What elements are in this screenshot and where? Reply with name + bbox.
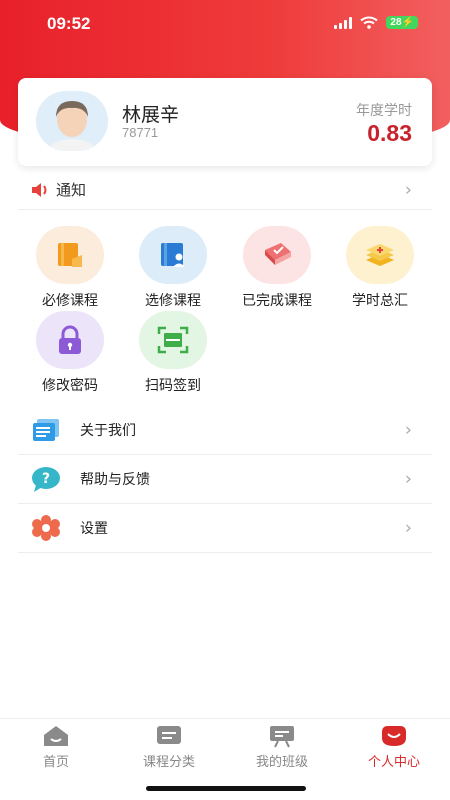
profile-card[interactable]: 林展辛 78771 年度学时 0.83 [18, 78, 432, 166]
menu-item-about[interactable]: 关于我们 › [18, 406, 432, 455]
home-indicator [146, 786, 306, 791]
chevron-right-icon: › [404, 517, 412, 539]
tab-label: 课程分类 [142, 755, 195, 770]
about-icon [30, 416, 62, 444]
grid-label: 已完成课程 [242, 293, 312, 309]
tab-label: 首页 [42, 755, 69, 770]
grid-item-elective-courses[interactable]: 选修课程 [121, 226, 225, 310]
status-indicators: 28⚡ [334, 16, 418, 29]
tab-label: 个人中心 [367, 755, 420, 770]
menu-item-help-feedback[interactable]: ? 帮助与反馈 › [18, 455, 432, 504]
help-icon: ? [30, 465, 62, 493]
grid-label: 必修课程 [42, 293, 98, 309]
chevron-right-icon: › [404, 419, 412, 441]
status-bar: 09:52 28⚡ [0, 0, 450, 50]
menu-label: 设置 [80, 521, 108, 537]
speaker-icon [32, 182, 47, 197]
grid-item-scan-checkin[interactable]: 扫码签到 [121, 311, 225, 395]
grid-label: 修改密码 [42, 378, 98, 394]
my-class-icon [226, 723, 338, 749]
chevron-right-icon: › [404, 468, 412, 490]
menu-item-settings[interactable]: 设置 › [18, 504, 432, 553]
annual-hours-value: 0.83 [367, 120, 412, 146]
notice-row[interactable]: 通知 › [18, 170, 432, 210]
tab-course-category[interactable]: 课程分类 [113, 723, 225, 770]
home-icon [0, 723, 112, 749]
grid-item-required-courses[interactable]: 必修课程 [18, 226, 122, 310]
battery-icon: 28⚡ [386, 16, 418, 29]
avatar[interactable] [36, 91, 108, 151]
tab-label: 我的班级 [255, 755, 308, 770]
annual-hours-label: 年度学时 [356, 103, 412, 119]
course-category-icon [113, 723, 225, 749]
notice-label: 通知 [56, 181, 87, 199]
user-id: 78771 [122, 125, 159, 140]
chevron-right-icon: › [404, 179, 412, 200]
menu-label: 帮助与反馈 [80, 472, 150, 488]
battery-level: 28 [390, 17, 402, 28]
grid-item-change-password[interactable]: 修改密码 [18, 311, 122, 395]
wifi-icon [360, 16, 379, 29]
tab-my-class[interactable]: 我的班级 [226, 723, 338, 770]
elective-course-icon [139, 226, 207, 284]
grid-item-completed-courses[interactable]: 已完成课程 [225, 226, 329, 310]
required-course-icon [36, 226, 104, 284]
hours-summary-icon [346, 226, 414, 284]
user-name: 林展辛 [122, 104, 180, 126]
lock-icon [36, 311, 104, 369]
grid-item-hours-summary[interactable]: 学时总汇 [328, 226, 432, 310]
tab-home[interactable]: 首页 [0, 723, 112, 770]
scan-icon [139, 311, 207, 369]
status-time: 09:52 [47, 14, 91, 33]
completed-course-icon [243, 226, 311, 284]
grid-label: 学时总汇 [352, 293, 408, 309]
profile-icon [338, 723, 450, 749]
menu-label: 关于我们 [80, 423, 136, 439]
grid-label: 选修课程 [145, 293, 201, 309]
svg-text:?: ? [42, 471, 50, 487]
settings-icon [30, 514, 62, 542]
tab-profile-center[interactable]: 个人中心 [338, 723, 450, 770]
signal-icon [334, 16, 353, 29]
grid-label: 扫码签到 [145, 378, 201, 394]
